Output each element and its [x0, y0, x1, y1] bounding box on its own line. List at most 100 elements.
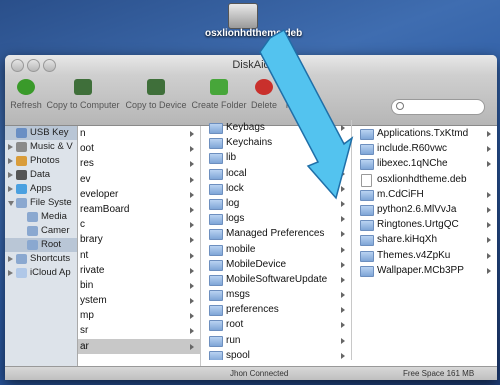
col1-item-row[interactable]: bin	[78, 278, 200, 293]
disclosure-icon[interactable]	[8, 172, 13, 178]
chevron-right-icon	[341, 307, 345, 314]
shortcuts-icon	[16, 254, 27, 264]
create-folder-button[interactable]: Create Folder	[191, 79, 247, 110]
chevron-right-icon	[487, 252, 491, 259]
copy-to-computer-icon	[74, 79, 92, 95]
col3-item-row[interactable]: m.CdCiFH	[352, 187, 497, 202]
copy-to-computer-button[interactable]: Copy to Computer	[45, 79, 121, 110]
col2-item-row[interactable]: spool	[201, 348, 351, 360]
col2-item-row[interactable]: local	[201, 166, 351, 181]
sidebar-item-data[interactable]: Data	[5, 168, 77, 182]
sidebar-item-camera[interactable]: Camer	[5, 224, 77, 238]
col3-item-name: Wallpaper.MCb3PP	[377, 264, 464, 276]
col1-item-row[interactable]: oot	[78, 141, 200, 156]
disclosure-icon[interactable]	[8, 158, 13, 164]
refresh-button[interactable]: Refresh	[9, 79, 43, 110]
col3-item-name: Applications.TxKtmd	[377, 128, 469, 139]
col1-item-row[interactable]: c	[78, 217, 200, 232]
disclosure-icon[interactable]	[8, 186, 13, 192]
col2-item-row[interactable]: Managed Preferences	[201, 226, 351, 241]
col2-item-row[interactable]: mobile	[201, 242, 351, 257]
col2-item-row[interactable]: Keychains	[201, 135, 351, 150]
col3-item-row[interactable]: share.kiHqXh	[352, 232, 497, 247]
chevron-right-icon	[341, 292, 345, 299]
col3-item-row[interactable]: python2.6.MlVvJa	[352, 202, 497, 217]
col1-item-row[interactable]: mp	[78, 308, 200, 323]
col3-item-row[interactable]: Ringtones.UrtgQC	[352, 217, 497, 232]
col3-item-row[interactable]: osxlionhdtheme.deb	[352, 172, 497, 187]
sidebar-item-root[interactable]: Root	[5, 238, 77, 252]
sidebar-item-shortcuts[interactable]: Shortcuts	[5, 252, 77, 266]
col2-item-name: local	[226, 167, 247, 179]
col2-item-row[interactable]: logs	[201, 211, 351, 226]
sidebar-item-apps[interactable]: Apps	[5, 182, 77, 196]
disclosure-icon[interactable]	[8, 270, 13, 276]
col3-item-name: share.kiHqXh	[377, 234, 438, 246]
sidebar-item-media[interactable]: Media	[5, 210, 77, 224]
col1-item-row[interactable]: res	[78, 156, 200, 171]
col3-item-row[interactable]: include.R60vwc	[352, 141, 497, 156]
col2-item-row[interactable]: msgs	[201, 287, 351, 302]
sidebar-item-icloud[interactable]: iCloud Ap	[5, 266, 77, 280]
copy-to-device-label: Copy to Device	[125, 100, 187, 110]
col1-item-row[interactable]: nt	[78, 248, 200, 263]
col3-item-row[interactable]: Themes.v4ZpKu	[352, 248, 497, 263]
col3-item-row[interactable]: libexec.1qNChe	[352, 156, 497, 171]
folder-icon	[360, 220, 374, 232]
search-field[interactable]	[391, 99, 485, 116]
col2-item-row[interactable]: Keybags	[201, 120, 351, 135]
help-button[interactable]: Help	[283, 79, 307, 110]
folder-icon	[360, 204, 374, 216]
sidebar-item-file-system[interactable]: File Syste	[5, 196, 77, 210]
sidebar-item-music[interactable]: Music & V	[5, 140, 77, 154]
col1-item-name: reamBoard	[80, 203, 130, 215]
deb-file-icon[interactable]	[228, 3, 258, 29]
col1-item-row[interactable]: brary	[78, 232, 200, 247]
sidebar-item-usb-key[interactable]: USB Key	[5, 126, 77, 140]
col1-item-row[interactable]: reamBoard	[78, 202, 200, 217]
col1-item-row[interactable]: rivate	[78, 263, 200, 278]
chevron-right-icon	[190, 298, 194, 305]
col2-item-name: Keychains	[226, 137, 273, 149]
col1-item-row[interactable]: ar	[78, 338, 200, 354]
copy-to-device-button[interactable]: Copy to Device	[123, 79, 189, 110]
refresh-label: Refresh	[10, 100, 42, 110]
col2-item-row[interactable]: root	[201, 317, 351, 332]
chevron-right-icon	[190, 146, 194, 153]
copy-to-device-icon	[147, 79, 165, 95]
search-input[interactable]	[406, 104, 480, 116]
chevron-right-icon	[190, 237, 194, 244]
col2-item-row[interactable]: lock	[201, 181, 351, 196]
col1-item-row[interactable]: ev	[78, 172, 200, 187]
col3-item-row[interactable]: Wallpaper.MCb3PP	[352, 263, 497, 278]
col1-item-name: brary	[80, 234, 103, 246]
col2-item-row[interactable]: MobileSoftwareUpdate	[201, 272, 351, 287]
col2-item-row[interactable]: run	[201, 333, 351, 348]
col1-item-row[interactable]: eveloper	[78, 187, 200, 202]
disclosure-icon[interactable]	[8, 144, 13, 150]
disclosure-icon[interactable]	[8, 256, 13, 262]
chevron-right-icon	[341, 261, 345, 268]
sidebar-item-photos[interactable]: Photos	[5, 154, 77, 168]
chevron-right-icon	[341, 276, 345, 283]
col1-item-name: ystem	[80, 295, 107, 307]
folder-icon	[209, 183, 223, 195]
col1-item-row[interactable]: n	[78, 126, 200, 141]
col2-item-row[interactable]: MobileDevice	[201, 257, 351, 272]
plus-icon	[210, 79, 228, 95]
col3-item-name: python2.6.MlVvJa	[377, 203, 457, 215]
delete-button[interactable]: Delete	[249, 79, 279, 110]
col1-item-name: bin	[80, 279, 94, 291]
desktop-file-label[interactable]: osxlionhdtheme.deb	[205, 28, 302, 40]
col1-item-row[interactable]: ystem	[78, 293, 200, 308]
col2-item-row[interactable]: lib	[201, 150, 351, 165]
disclosure-open-icon[interactable]	[8, 201, 14, 206]
col2-item-row[interactable]: log	[201, 196, 351, 211]
delete-label: Delete	[250, 100, 277, 110]
column-1: n oot res ev eveloper reamBoard c brary nt rivate…	[78, 126, 201, 366]
col2-item-row[interactable]: preferences	[201, 302, 351, 317]
folder-icon	[27, 212, 38, 222]
col3-item-row[interactable]: Applications.TxKtmd	[352, 126, 497, 141]
col1-item-name: oot	[80, 143, 94, 155]
col1-item-row[interactable]: sr	[78, 323, 200, 338]
